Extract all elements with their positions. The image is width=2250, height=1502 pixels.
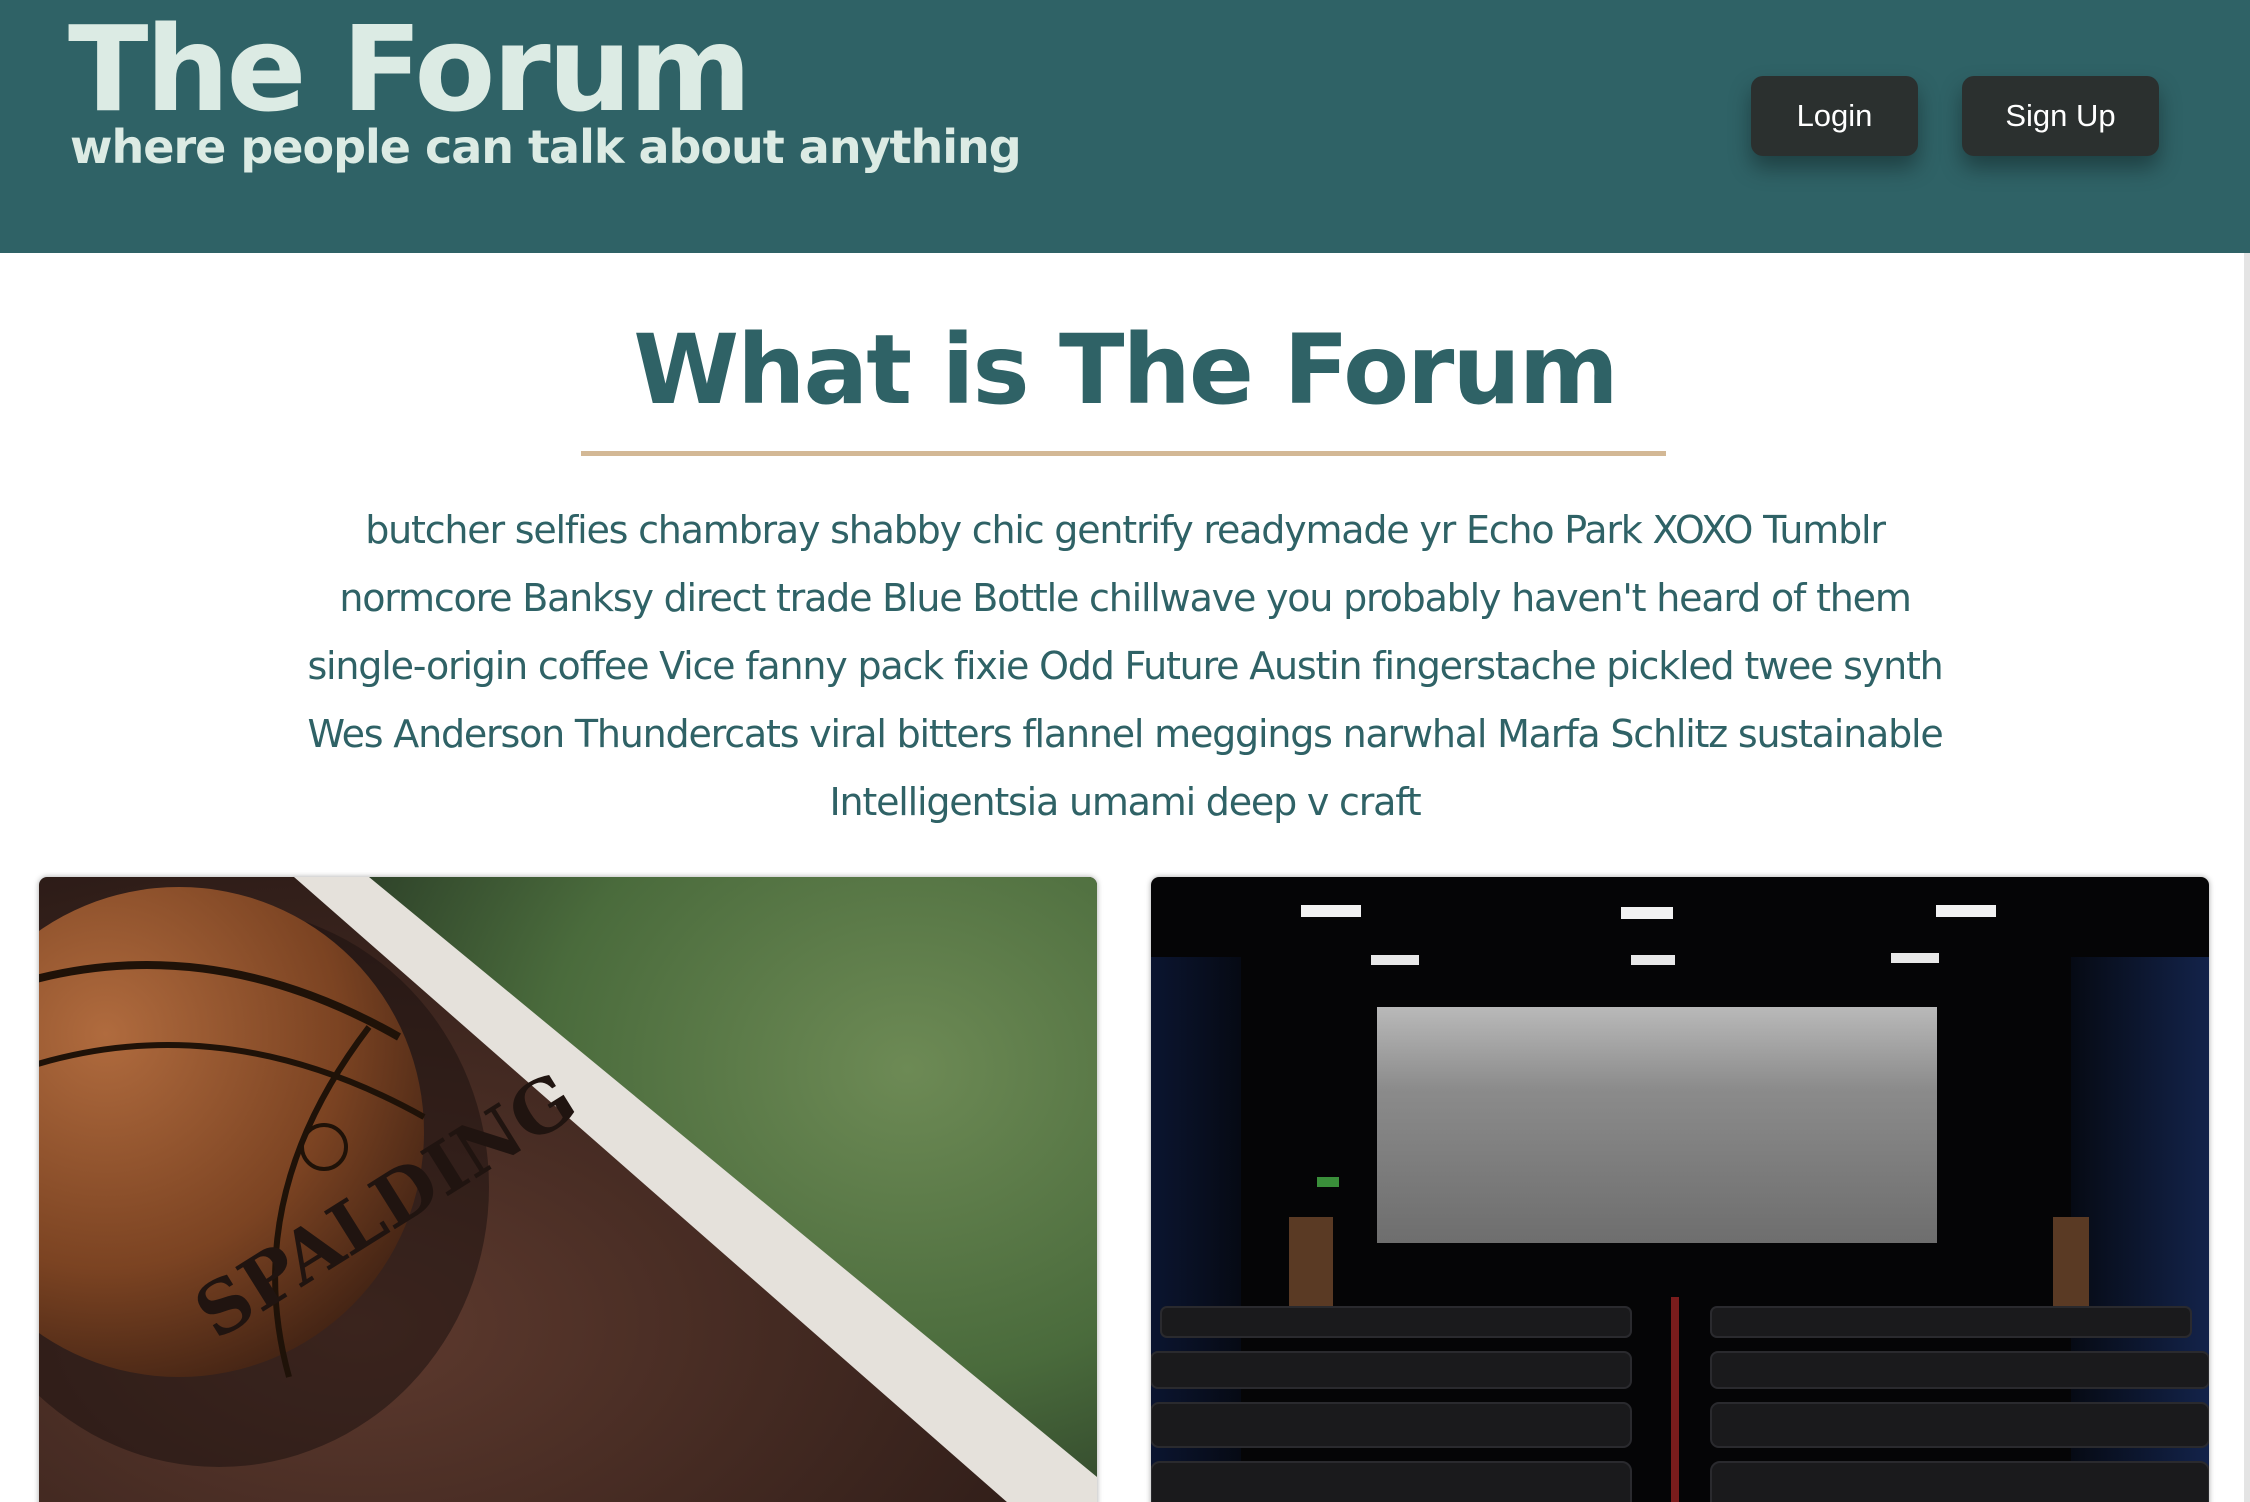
cinema-image <box>1151 877 2209 1502</box>
movies-card[interactable] <box>1151 877 2209 1502</box>
intro-paragraph: butcher selfies chambray shabby chic gen… <box>307 508 1943 824</box>
basketball-image: SPALDING <box>39 877 1097 1502</box>
signup-button[interactable]: Sign Up <box>1962 76 2159 156</box>
site-title[interactable]: The Forum <box>68 10 752 128</box>
sports-card[interactable]: SPALDING <box>39 877 1097 1502</box>
scrollbar-track[interactable] <box>2244 253 2250 1502</box>
heading-divider <box>581 451 1666 456</box>
section-heading: What is The Forum <box>633 314 1619 426</box>
site-tagline: where people can talk about anything <box>70 120 1022 174</box>
login-button[interactable]: Login <box>1751 76 1918 156</box>
site-header: The Forum where people can talk about an… <box>0 0 2250 253</box>
